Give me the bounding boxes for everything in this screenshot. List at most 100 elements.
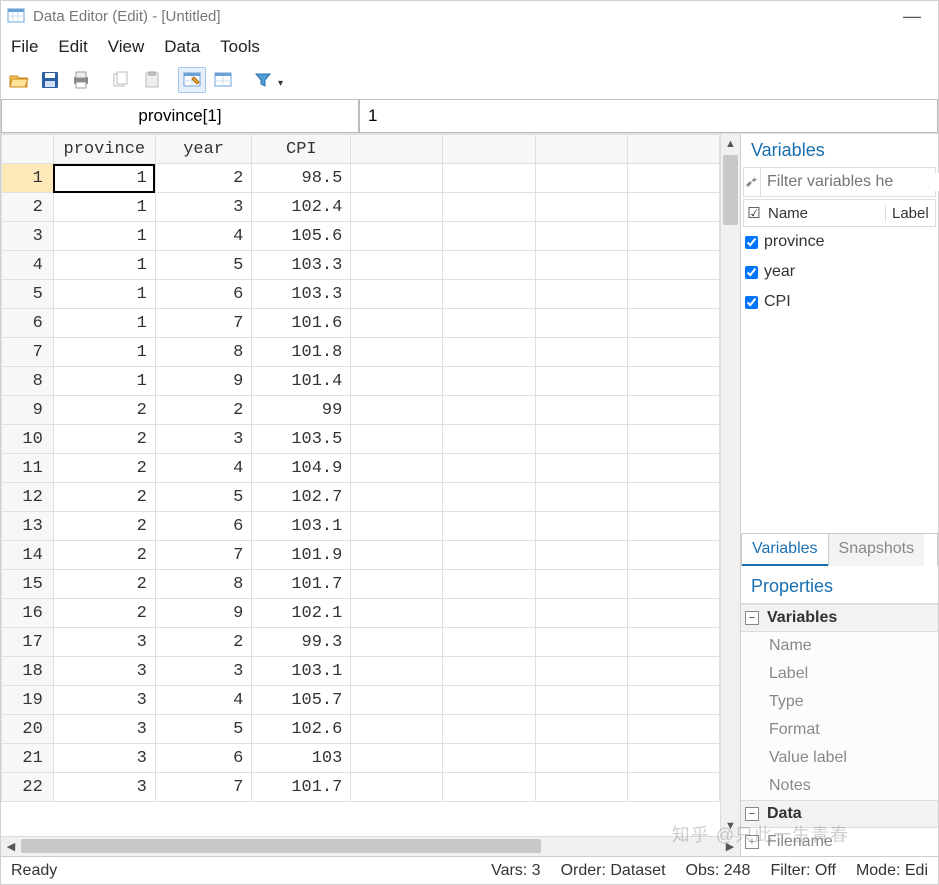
filter-icon[interactable] xyxy=(249,67,277,93)
table-row[interactable]: 92299 xyxy=(2,396,720,425)
cell-cpi[interactable]: 103.1 xyxy=(252,657,351,686)
col-header-province[interactable]: province xyxy=(53,135,155,164)
row-number[interactable]: 12 xyxy=(2,483,54,512)
table-row[interactable]: 11298.5 xyxy=(2,164,720,193)
cell-empty[interactable] xyxy=(535,251,627,280)
row-number[interactable]: 2 xyxy=(2,193,54,222)
cell-year[interactable]: 6 xyxy=(155,744,252,773)
cell-empty[interactable] xyxy=(351,657,443,686)
cell-province[interactable]: 2 xyxy=(53,599,155,628)
cell-year[interactable]: 2 xyxy=(155,396,252,425)
collapse-icon[interactable]: − xyxy=(745,611,759,625)
cell-empty[interactable] xyxy=(443,628,535,657)
cell-empty[interactable] xyxy=(535,367,627,396)
cell-empty[interactable] xyxy=(535,773,627,802)
cell-empty[interactable] xyxy=(443,338,535,367)
cell-empty[interactable] xyxy=(443,309,535,338)
save-icon[interactable] xyxy=(36,67,64,93)
cell-empty[interactable] xyxy=(535,715,627,744)
cell-empty[interactable] xyxy=(351,454,443,483)
expand-icon[interactable]: + xyxy=(745,835,759,849)
cell-empty[interactable] xyxy=(627,193,719,222)
cell-empty[interactable] xyxy=(535,744,627,773)
filter-dropdown-icon[interactable]: ▾ xyxy=(278,78,283,93)
cell-empty[interactable] xyxy=(351,628,443,657)
cell-empty[interactable] xyxy=(535,686,627,715)
cell-empty[interactable] xyxy=(351,396,443,425)
cell-empty[interactable] xyxy=(535,193,627,222)
scroll-right-icon[interactable]: ▶ xyxy=(720,840,740,853)
cell-empty[interactable] xyxy=(351,425,443,454)
cell-empty[interactable] xyxy=(443,512,535,541)
prop-format[interactable]: Format xyxy=(741,716,938,744)
prop-label[interactable]: Label xyxy=(741,660,938,688)
cell-empty[interactable] xyxy=(535,280,627,309)
cell-empty[interactable] xyxy=(535,309,627,338)
cell-cpi[interactable]: 103.1 xyxy=(252,512,351,541)
cell-cpi[interactable]: 104.9 xyxy=(252,454,351,483)
cell-empty[interactable] xyxy=(627,396,719,425)
cell-cpi[interactable]: 98.5 xyxy=(252,164,351,193)
variable-row-CPI[interactable]: CPI xyxy=(743,287,936,317)
prop-type[interactable]: Type xyxy=(741,688,938,716)
tab-snapshots[interactable]: Snapshots xyxy=(828,534,925,566)
cell-empty[interactable] xyxy=(443,222,535,251)
cell-year[interactable]: 4 xyxy=(155,454,252,483)
cell-year[interactable]: 5 xyxy=(155,483,252,512)
cell-empty[interactable] xyxy=(627,454,719,483)
cell-empty[interactable] xyxy=(627,512,719,541)
cell-cpi[interactable]: 102.1 xyxy=(252,599,351,628)
wrench-icon[interactable] xyxy=(744,168,761,196)
cell-empty[interactable] xyxy=(443,251,535,280)
cell-empty[interactable] xyxy=(627,773,719,802)
collapse-icon[interactable]: − xyxy=(745,807,759,821)
cell-year[interactable]: 7 xyxy=(155,541,252,570)
scroll-up-icon[interactable]: ▲ xyxy=(721,134,740,154)
cell-cpi[interactable]: 101.9 xyxy=(252,541,351,570)
cell-empty[interactable] xyxy=(443,367,535,396)
cell-cpi[interactable]: 101.4 xyxy=(252,367,351,396)
cell-year[interactable]: 7 xyxy=(155,309,252,338)
cell-empty[interactable] xyxy=(443,773,535,802)
table-row[interactable]: 1528101.7 xyxy=(2,570,720,599)
table-row[interactable]: 1326103.1 xyxy=(2,512,720,541)
cell-province[interactable]: 3 xyxy=(53,686,155,715)
cell-empty[interactable] xyxy=(443,715,535,744)
cell-empty[interactable] xyxy=(627,251,719,280)
copy-icon[interactable] xyxy=(107,67,135,93)
table-row[interactable]: 1124104.9 xyxy=(2,454,720,483)
cell-year[interactable]: 5 xyxy=(155,251,252,280)
cell-year[interactable]: 5 xyxy=(155,715,252,744)
row-number[interactable]: 7 xyxy=(2,338,54,367)
table-row[interactable]: 617101.6 xyxy=(2,309,720,338)
table-row[interactable]: 1023103.5 xyxy=(2,425,720,454)
hscroll-thumb[interactable] xyxy=(21,839,541,853)
cell-empty[interactable] xyxy=(627,599,719,628)
cell-empty[interactable] xyxy=(443,164,535,193)
cell-cpi[interactable]: 105.6 xyxy=(252,222,351,251)
table-row[interactable]: 819101.4 xyxy=(2,367,720,396)
cell-cpi[interactable]: 101.6 xyxy=(252,309,351,338)
cell-empty[interactable] xyxy=(627,628,719,657)
cell-cpi[interactable]: 101.8 xyxy=(252,338,351,367)
cell-year[interactable]: 6 xyxy=(155,280,252,309)
cell-empty[interactable] xyxy=(627,570,719,599)
cell-empty[interactable] xyxy=(535,657,627,686)
paste-icon[interactable] xyxy=(138,67,166,93)
cell-province[interactable]: 3 xyxy=(53,657,155,686)
prop-name[interactable]: Name xyxy=(741,632,938,660)
row-number[interactable]: 6 xyxy=(2,309,54,338)
cell-cpi[interactable]: 102.4 xyxy=(252,193,351,222)
cell-empty[interactable] xyxy=(627,309,719,338)
tab-variables[interactable]: Variables xyxy=(742,534,828,566)
cell-empty[interactable] xyxy=(535,454,627,483)
table-row[interactable]: 2136103 xyxy=(2,744,720,773)
cell-empty[interactable] xyxy=(351,686,443,715)
variable-checkbox[interactable] xyxy=(745,296,758,309)
cell-province[interactable]: 3 xyxy=(53,715,155,744)
cell-empty[interactable] xyxy=(443,193,535,222)
cell-empty[interactable] xyxy=(535,425,627,454)
prop-group-variables[interactable]: − Variables xyxy=(741,604,938,632)
menu-tools[interactable]: Tools xyxy=(220,37,260,57)
variables-filter-input[interactable] xyxy=(761,173,939,191)
